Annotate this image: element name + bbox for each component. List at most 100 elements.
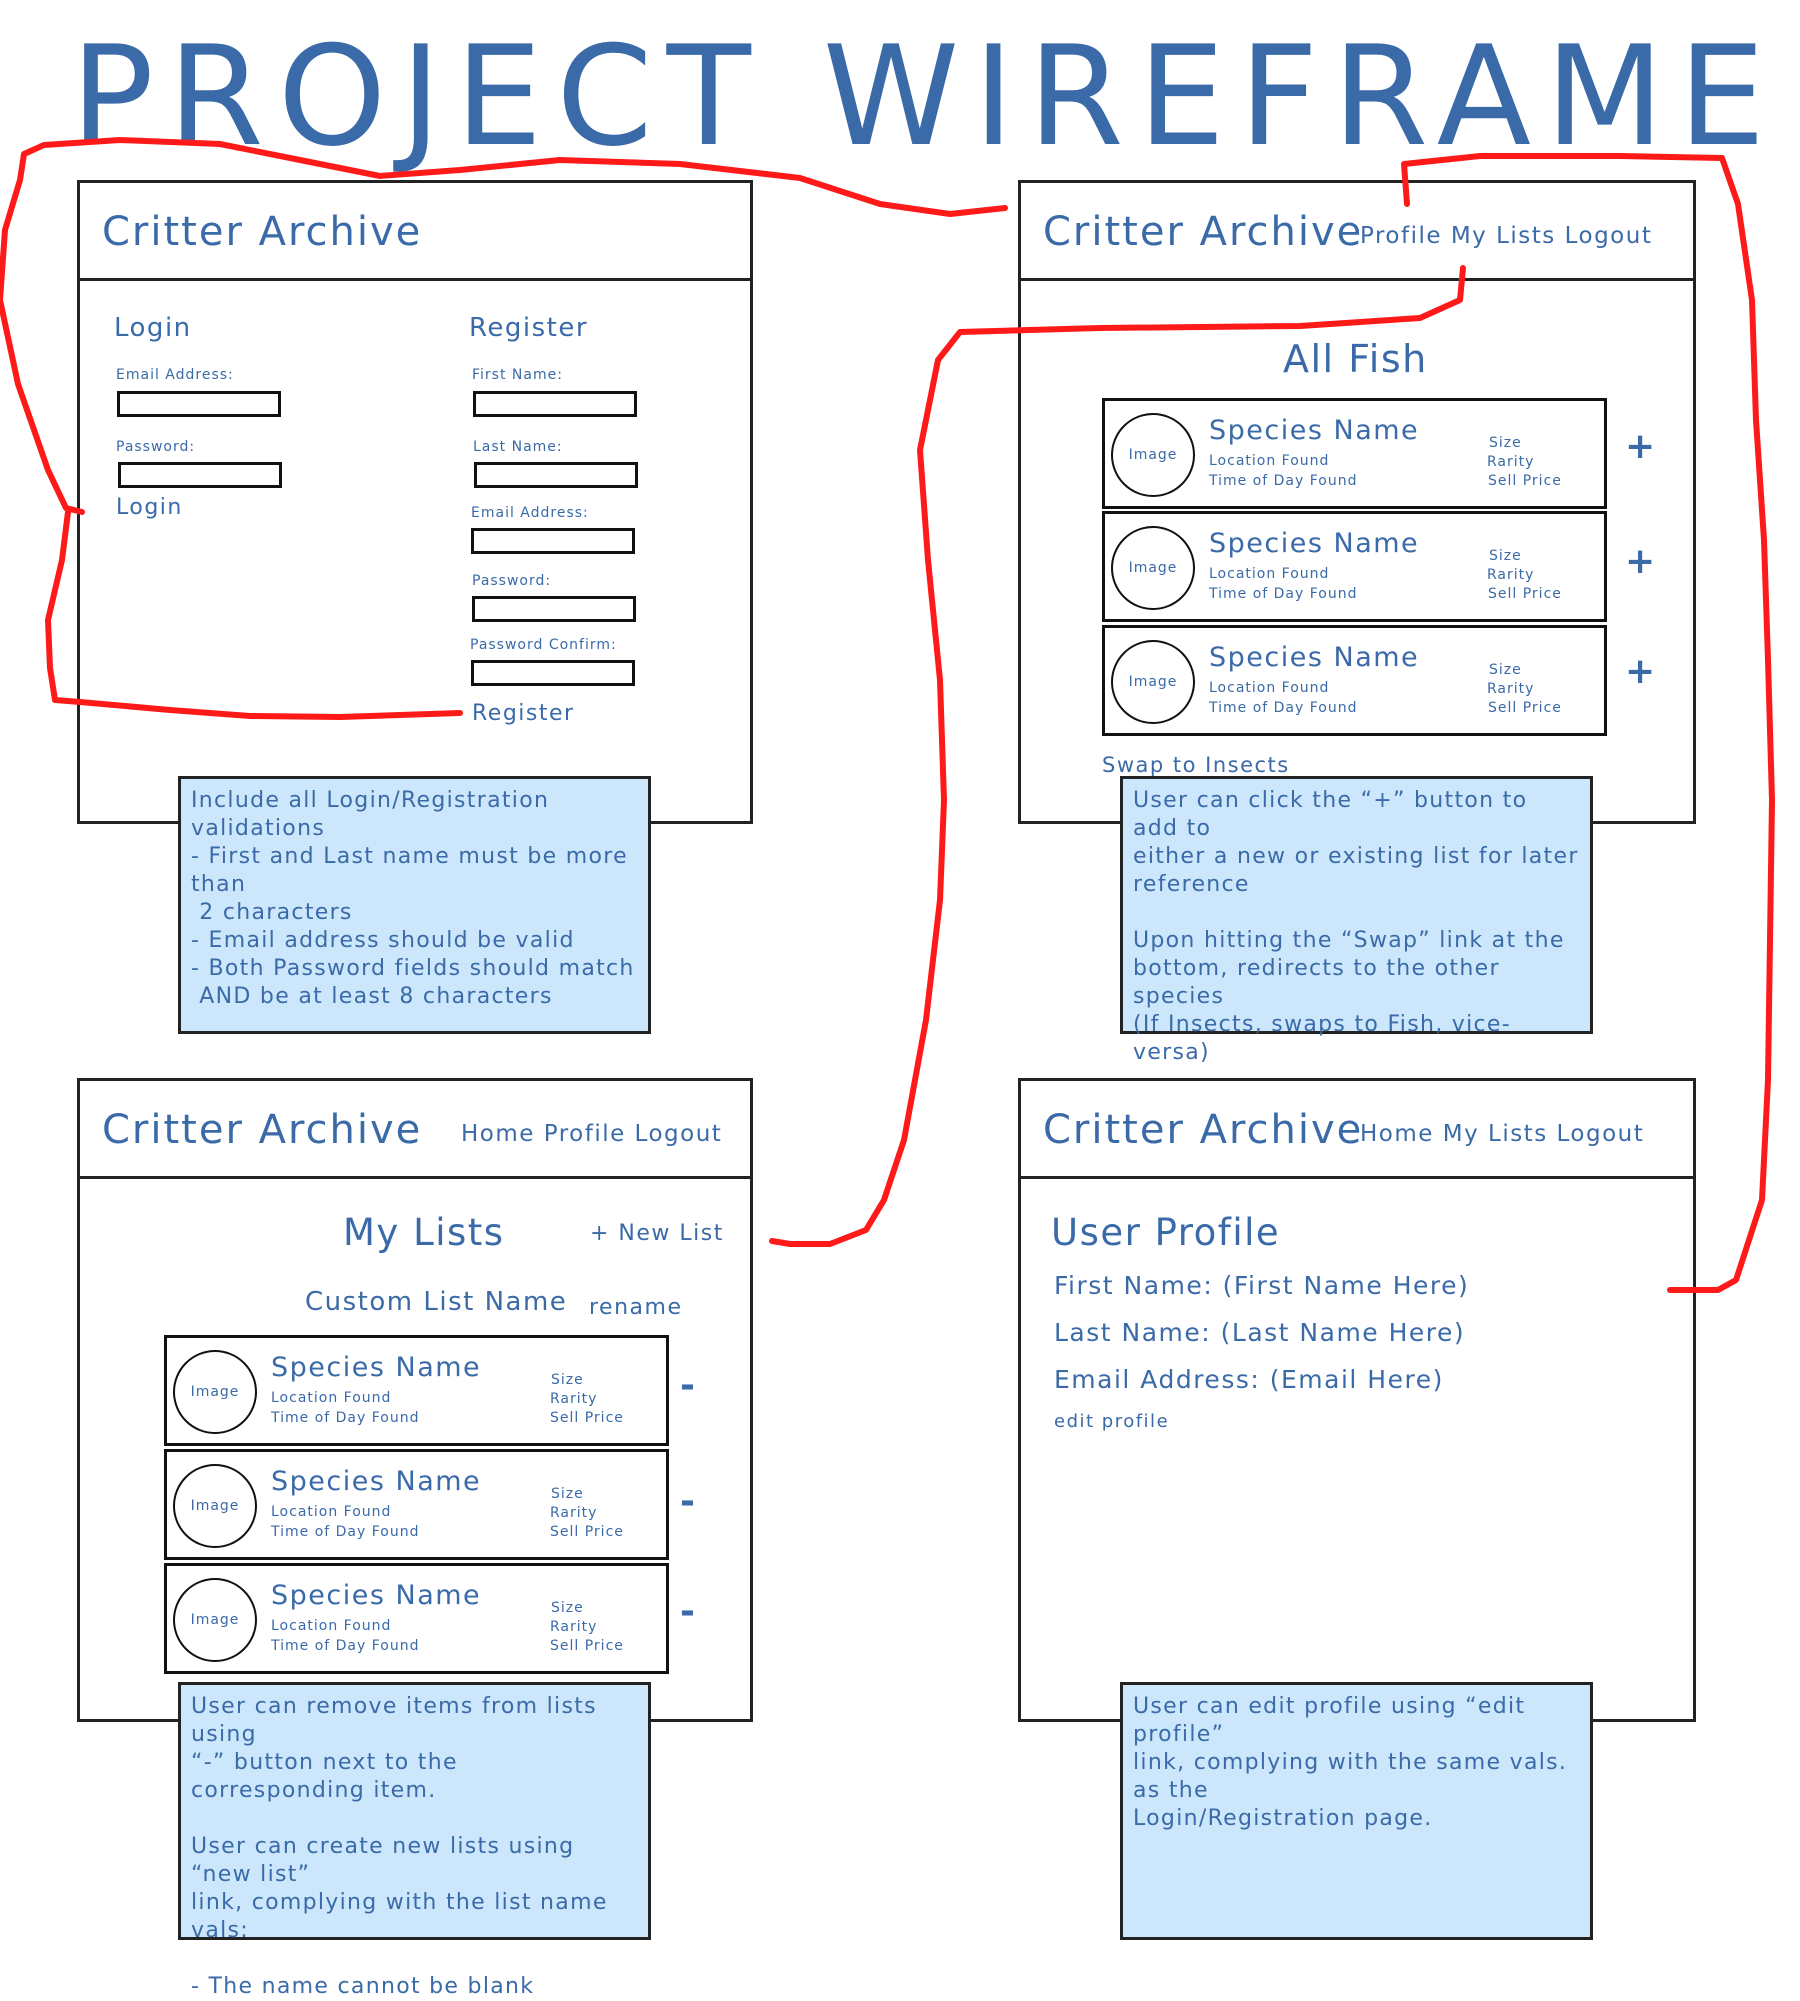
rarity: Rarity <box>550 1391 598 1407</box>
my-lists-wireframe: Critter Archive Home Profile Logout My L… <box>77 1078 753 1722</box>
rarity: Rarity <box>550 1619 598 1635</box>
rarity: Rarity <box>1487 681 1535 697</box>
all-fish-note: User can click the “+” button to add to … <box>1120 776 1593 1065</box>
species-card: Image Species Name Location Found Time o… <box>1102 511 1607 622</box>
my-lists-heading: My Lists <box>343 1211 505 1254</box>
last-name-value: Last Name: (Last Name Here) <box>1054 1318 1466 1347</box>
add-to-list-button[interactable]: + <box>1625 541 1655 582</box>
remove-item-button[interactable]: - <box>680 1365 695 1406</box>
species-card: Image Species Name Location Found Time o… <box>1102 625 1607 736</box>
nav-links[interactable]: Profile My Lists Logout <box>1360 223 1652 249</box>
nav-links[interactable]: Home Profile Logout <box>461 1121 722 1147</box>
panel-header: Critter Archive Profile My Lists Logout <box>1021 183 1693 281</box>
location-found: Location Found <box>1209 680 1330 696</box>
all-fish-wireframe: Critter Archive Profile My Lists Logout … <box>1018 180 1696 824</box>
register-confirm-input[interactable] <box>471 660 635 686</box>
size: Size <box>1489 435 1522 451</box>
brand-logo-text: Critter Archive <box>102 1107 423 1153</box>
register-password-label: Password: <box>472 573 552 589</box>
sell-price: Sell Price <box>1488 700 1562 716</box>
sell-price: Sell Price <box>1488 473 1562 489</box>
login-submit-link[interactable]: Login <box>116 495 183 520</box>
register-last-name-input[interactable] <box>474 462 638 488</box>
register-confirm-label: Password Confirm: <box>470 637 617 653</box>
size: Size <box>1489 662 1522 678</box>
sell-price: Sell Price <box>550 1524 624 1540</box>
register-first-name-label: First Name: <box>472 367 563 383</box>
species-image: Image <box>173 1578 257 1662</box>
species-name: Species Name <box>271 1580 482 1611</box>
rarity: Rarity <box>1487 567 1535 583</box>
sell-price: Sell Price <box>1488 586 1562 602</box>
species-card: Image Species Name Location Found Time o… <box>1102 398 1607 509</box>
species-image: Image <box>173 1464 257 1548</box>
swap-to-insects-link[interactable]: Swap to Insects <box>1102 753 1290 777</box>
location-found: Location Found <box>271 1618 392 1634</box>
brand-logo-text: Critter Archive <box>1043 209 1364 255</box>
species-image: Image <box>1111 413 1195 497</box>
species-name: Species Name <box>271 1466 482 1497</box>
size: Size <box>551 1600 584 1616</box>
add-to-list-button[interactable]: + <box>1625 426 1655 467</box>
register-email-input[interactable] <box>471 528 635 554</box>
register-password-input[interactable] <box>472 596 636 622</box>
species-name: Species Name <box>1209 415 1420 446</box>
time-of-day: Time of Day Found <box>271 1410 420 1426</box>
login-email-input[interactable] <box>117 391 281 417</box>
register-first-name-input[interactable] <box>473 391 637 417</box>
login-email-label: Email Address: <box>116 367 234 383</box>
species-card: Image Species Name Location Found Time o… <box>164 1449 669 1560</box>
custom-list-name: Custom List Name <box>305 1287 568 1317</box>
panel-header: Critter Archive <box>80 183 750 281</box>
edit-profile-link[interactable]: edit profile <box>1054 1411 1169 1432</box>
login-password-label: Password: <box>116 439 196 455</box>
sell-price: Sell Price <box>550 1638 624 1654</box>
time-of-day: Time of Day Found <box>1209 586 1358 602</box>
brand-logo-text: Critter Archive <box>102 209 423 255</box>
size: Size <box>551 1486 584 1502</box>
rename-list-link[interactable]: rename <box>589 1295 683 1320</box>
species-name: Species Name <box>271 1352 482 1383</box>
location-found: Location Found <box>1209 453 1330 469</box>
user-profile-heading: User Profile <box>1051 1211 1281 1254</box>
login-password-input[interactable] <box>118 462 282 488</box>
register-submit-link[interactable]: Register <box>472 701 575 726</box>
time-of-day: Time of Day Found <box>271 1524 420 1540</box>
user-profile-note: User can edit profile using “edit profil… <box>1120 1682 1593 1940</box>
nav-links[interactable]: Home My Lists Logout <box>1360 1121 1644 1147</box>
register-heading: Register <box>469 313 589 343</box>
sell-price: Sell Price <box>550 1410 624 1426</box>
location-found: Location Found <box>1209 566 1330 582</box>
rarity: Rarity <box>550 1505 598 1521</box>
panel-header: Critter Archive Home Profile Logout <box>80 1081 750 1179</box>
species-image: Image <box>1111 526 1195 610</box>
time-of-day: Time of Day Found <box>1209 700 1358 716</box>
user-profile-wireframe: Critter Archive Home My Lists Logout Use… <box>1018 1078 1696 1722</box>
rarity: Rarity <box>1487 454 1535 470</box>
brand-logo-text: Critter Archive <box>1043 1107 1364 1153</box>
login-register-wireframe: Critter Archive Login Email Address: Pas… <box>77 180 753 824</box>
size: Size <box>1489 548 1522 564</box>
species-image: Image <box>173 1350 257 1434</box>
time-of-day: Time of Day Found <box>271 1638 420 1654</box>
register-last-name-label: Last Name: <box>473 439 563 455</box>
page-title: PROJECT WIREFRAME <box>70 16 1780 177</box>
size: Size <box>551 1372 584 1388</box>
time-of-day: Time of Day Found <box>1209 473 1358 489</box>
my-lists-note: User can remove items from lists using “… <box>178 1682 651 1999</box>
email-value: Email Address: (Email Here) <box>1054 1365 1444 1394</box>
login-heading: Login <box>114 313 192 343</box>
first-name-value: First Name: (First Name Here) <box>1054 1271 1470 1300</box>
species-image: Image <box>1111 640 1195 724</box>
remove-item-button[interactable]: - <box>680 1591 695 1632</box>
location-found: Location Found <box>271 1390 392 1406</box>
panel-header: Critter Archive Home My Lists Logout <box>1021 1081 1693 1179</box>
species-name: Species Name <box>1209 642 1420 673</box>
all-fish-heading: All Fish <box>1283 337 1428 381</box>
new-list-link[interactable]: + New List <box>590 1221 724 1246</box>
remove-item-button[interactable]: - <box>680 1481 695 1522</box>
species-card: Image Species Name Location Found Time o… <box>164 1335 669 1446</box>
species-name: Species Name <box>1209 528 1420 559</box>
add-to-list-button[interactable]: + <box>1625 651 1655 692</box>
login-validation-note: Include all Login/Registration validatio… <box>178 776 651 1034</box>
